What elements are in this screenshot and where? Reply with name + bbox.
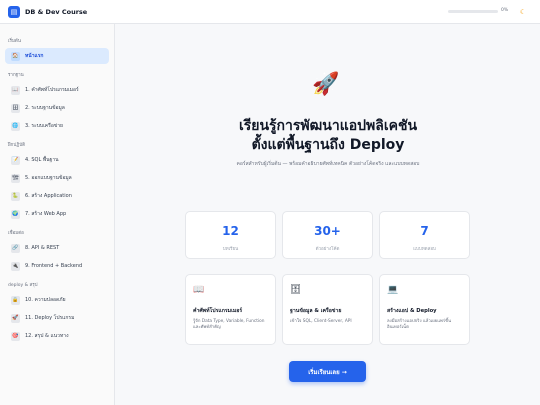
sidebar-item-security[interactable]: 🔒 10. ความปลอดภัย xyxy=(5,292,109,308)
book-icon: ▤ xyxy=(8,5,20,18)
book-icon: 📖 xyxy=(193,285,205,295)
stat-label: แบบทดสอบ xyxy=(413,247,436,252)
sidebar-item-db-design[interactable]: 🏗 5. ออกแบบฐานข้อมูล xyxy=(5,170,109,186)
sidebar-item-label: 11. Deploy โปรแกรม xyxy=(25,315,75,321)
feature-desc: เข้าใจ SQL, Client-Server, API xyxy=(290,319,352,324)
hero-title-line2: ตั้งแต่พื้นฐานถึง Deploy xyxy=(251,137,405,153)
plug-icon: 🔌 xyxy=(11,261,20,271)
sidebar-item-database[interactable]: 🗄 2. ระบบฐานข้อมูล xyxy=(5,100,109,116)
sidebar-item-deploy[interactable]: 🚀 11. Deploy โปรแกรม xyxy=(5,310,109,326)
stat-card-quizzes: 7 แบบทดสอบ xyxy=(379,211,470,259)
sidebar-item-home[interactable]: 🏠 หน้าแรก xyxy=(5,48,109,64)
sidebar-item-web-app[interactable]: 🌍 7. สร้าง Web App xyxy=(5,206,109,222)
sidebar-item-label: 5. ออกแบบฐานข้อมูล xyxy=(25,175,72,181)
moon-icon[interactable]: ☾ xyxy=(517,6,529,18)
start-learning-button[interactable]: เริ่มเรียนเลย → xyxy=(289,361,366,382)
sidebar-item-label: 2. ระบบฐานข้อมูล xyxy=(25,105,65,111)
stat-value: 7 xyxy=(420,224,429,238)
web-icon: 🌍 xyxy=(11,209,20,219)
sidebar-item-label: 10. ความปลอดภัย xyxy=(25,297,66,303)
stat-card-code-examples: 30+ ตัวอย่างโค้ด xyxy=(282,211,373,259)
pencil-icon: 📝 xyxy=(11,155,20,165)
sidebar-item-label: 1. คำศัพท์โปรแกรมเมอร์ xyxy=(25,87,79,93)
database-icon: 🗄 xyxy=(11,103,20,113)
feature-title: คำศัพท์โปรแกรมเมอร์ xyxy=(193,308,243,314)
sidebar-item-label: 8. API & REST xyxy=(25,245,60,251)
sidebar-section-connect: เชื่อมต่อ xyxy=(8,231,24,236)
stat-label: ตัวอย่างโค้ด xyxy=(315,247,340,252)
schema-icon: 🏗 xyxy=(11,173,20,183)
app-title: DB & Dev Course xyxy=(25,7,88,16)
stat-value: 30+ xyxy=(314,224,341,238)
hero-subtitle: คอร์สสำหรับผู้เริ่มต้น — พร้อมคำอธิบายศั… xyxy=(236,161,420,167)
rocket-icon: 🚀 xyxy=(11,313,20,323)
feature-card-database: 🗄 ฐานข้อมูล & เครือข่าย เข้าใจ SQL, Clie… xyxy=(282,274,373,345)
sidebar-item-label: 6. สร้าง Application xyxy=(25,193,72,199)
sidebar-item-application[interactable]: 🐍 6. สร้าง Application xyxy=(5,188,109,204)
sidebar-item-label: 12. สรุป & แนวทาง xyxy=(25,333,69,339)
sidebar-item-api[interactable]: 🔗 8. API & REST xyxy=(5,240,109,256)
globe-icon: 🌐 xyxy=(11,121,20,131)
feature-title: สร้างแอป & Deploy xyxy=(387,308,437,314)
progress-label: 0% xyxy=(501,8,509,13)
stat-card-lessons: 12 บทเรียน xyxy=(185,211,276,259)
book-icon: 📖 xyxy=(11,85,20,95)
link-icon: 🔗 xyxy=(11,243,20,253)
feature-desc: รู้จัก Data Type, Variable, Function และ… xyxy=(193,319,265,330)
laptop-icon: 💻 xyxy=(387,285,399,295)
sidebar-item-label: 4. SQL พื้นฐาน xyxy=(25,157,59,163)
lock-icon: 🔒 xyxy=(11,295,20,305)
sidebar-item-label: 9. Frontend + Backend xyxy=(25,263,83,269)
sidebar-item-label: หน้าแรก xyxy=(25,53,44,59)
sidebar-item-vocabulary[interactable]: 📖 1. คำศัพท์โปรแกรมเมอร์ xyxy=(5,82,109,98)
sidebar-item-frontend-backend[interactable]: 🔌 9. Frontend + Backend xyxy=(5,258,109,274)
database-icon: 🗄 xyxy=(290,285,302,295)
sidebar-item-label: 7. สร้าง Web App xyxy=(25,211,67,217)
sidebar-section-practice: ฝึกปฏิบัติ xyxy=(8,143,26,148)
feature-title: ฐานข้อมูล & เครือข่าย xyxy=(290,308,342,314)
sidebar-section-deploy: deploy & สรุป xyxy=(8,283,38,288)
feature-card-vocabulary: 📖 คำศัพท์โปรแกรมเมอร์ รู้จัก Data Type, … xyxy=(185,274,276,345)
feature-desc: ลงมือสร้างแอปจริง แล้วเผยแพร่ขึ้นอินเทอร… xyxy=(387,319,452,330)
stat-value: 12 xyxy=(222,224,239,238)
sidebar: เริ่มต้น 🏠 หน้าแรก รากฐาน 📖 1. คำศัพท์โปรแ… xyxy=(0,24,115,405)
stat-label: บทเรียน xyxy=(222,247,239,252)
hero-title-line1: เรียนรู้การพัฒนาแอปพลิเคชัน xyxy=(238,118,418,134)
feature-card-deploy: 💻 สร้างแอป & Deploy ลงมือสร้างแอปจริง แล… xyxy=(379,274,470,345)
python-icon: 🐍 xyxy=(11,191,20,201)
sidebar-section-foundation: รากฐาน xyxy=(8,73,24,78)
sidebar-item-sql[interactable]: 📝 4. SQL พื้นฐาน xyxy=(5,152,109,168)
sidebar-section-start: เริ่มต้น xyxy=(8,39,21,44)
home-icon: 🏠 xyxy=(11,51,20,61)
progress-bar xyxy=(448,10,498,13)
sidebar-item-summary[interactable]: 🎯 12. สรุป & แนวทาง xyxy=(5,328,109,344)
target-icon: 🎯 xyxy=(11,331,20,341)
sidebar-item-network[interactable]: 🌐 3. ระบบเครือข่าย xyxy=(5,118,109,134)
sidebar-item-label: 3. ระบบเครือข่าย xyxy=(25,123,63,129)
rocket-icon: 🚀 xyxy=(312,72,340,97)
